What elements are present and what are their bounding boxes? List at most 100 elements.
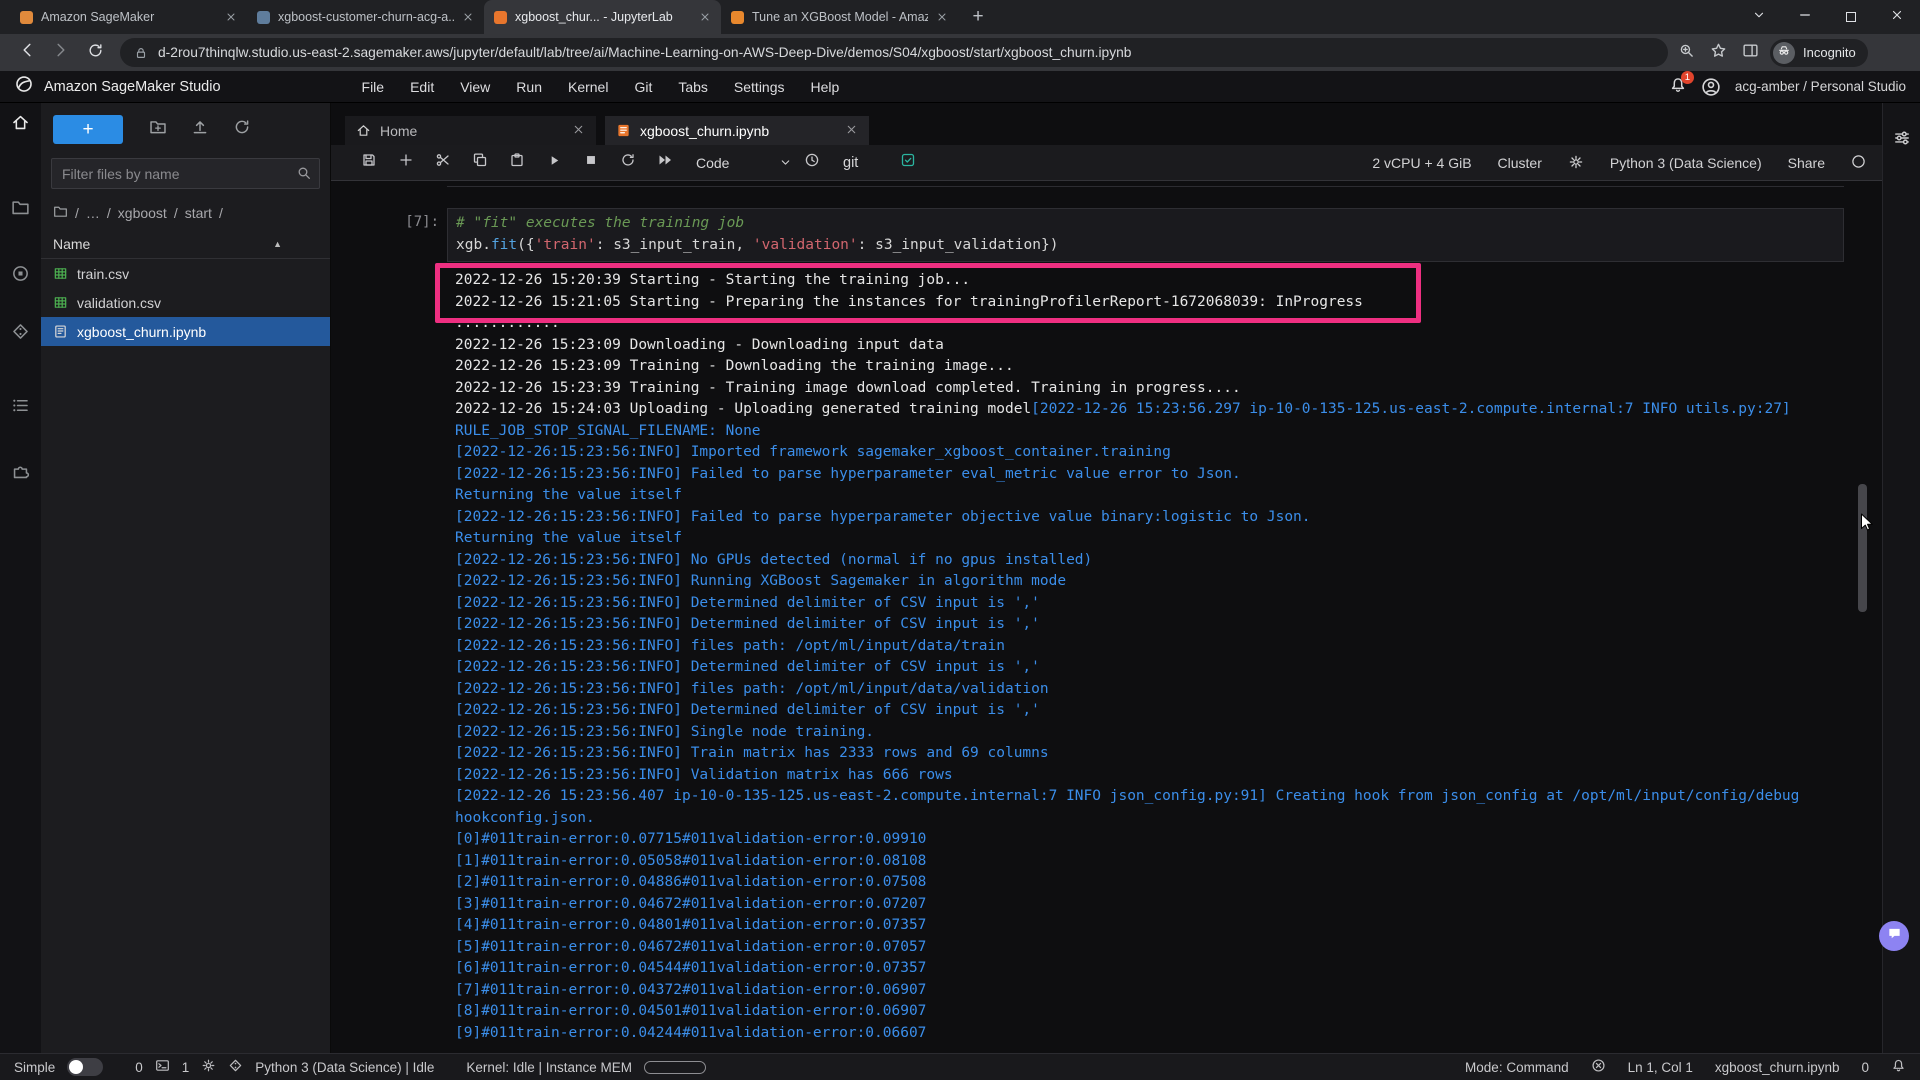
new-tab-button[interactable]: +	[964, 3, 992, 31]
breadcrumb: / … / xgboost / start /	[41, 197, 330, 229]
side-panel-icon[interactable]	[1736, 42, 1764, 64]
circle-x-icon[interactable]	[1591, 1058, 1606, 1076]
file-browser-icon[interactable]	[0, 195, 41, 225]
menu-edit[interactable]: Edit	[397, 71, 447, 103]
menu-run[interactable]: Run	[503, 71, 555, 103]
browser-tab[interactable]: Tune an XGBoost Model - Amaz...	[721, 0, 958, 34]
paste-cell-button[interactable]	[507, 153, 527, 173]
bookmark-star-icon[interactable]	[1704, 42, 1732, 64]
cut-cell-button[interactable]	[433, 153, 453, 173]
settings-sliders-icon[interactable]	[1893, 129, 1911, 1053]
terminal-icon[interactable]	[155, 1058, 170, 1076]
menu-tabs[interactable]: Tabs	[665, 71, 721, 103]
extensions-icon[interactable]	[0, 459, 41, 489]
tab-home-close-icon[interactable]	[572, 123, 585, 139]
scrollbar-thumb[interactable]	[1858, 484, 1867, 612]
copy-cell-button[interactable]	[470, 153, 490, 173]
folder-icon[interactable]	[53, 204, 68, 222]
browser-tab[interactable]: xgboost-customer-churn-acg-a...	[247, 0, 484, 34]
upload-icon[interactable]	[191, 118, 209, 141]
tab-close-icon[interactable]	[936, 11, 948, 23]
simple-mode-toggle[interactable]	[67, 1058, 103, 1076]
tab-home[interactable]: Home	[345, 116, 596, 145]
menu-help[interactable]: Help	[798, 71, 853, 103]
output-line: [5]#011train-error:0.04672#011validation…	[455, 937, 1845, 959]
restart-kernel-button[interactable]	[618, 153, 638, 173]
csv-file-icon	[53, 295, 68, 310]
chat-fab[interactable]	[1879, 921, 1909, 951]
kernel-status-icon[interactable]	[1851, 154, 1866, 172]
git-icon[interactable]	[0, 319, 41, 349]
menu-file[interactable]: File	[349, 71, 398, 103]
back-button[interactable]	[12, 41, 42, 64]
maximize-button[interactable]	[1828, 0, 1874, 34]
file-row[interactable]: xgboost_churn.ipynb	[41, 317, 330, 346]
window-menu-chevron-icon[interactable]	[1736, 0, 1782, 34]
browser-tab[interactable]: Amazon SageMaker	[10, 0, 247, 34]
tab-close-icon[interactable]	[225, 11, 237, 23]
running-sessions-icon[interactable]	[0, 261, 41, 291]
run-button[interactable]	[544, 153, 564, 173]
close-button[interactable]	[1874, 0, 1920, 34]
breadcrumb-item[interactable]: …	[86, 205, 100, 221]
zoom-icon[interactable]	[1672, 42, 1700, 64]
output-line: [2022-12-26:15:23:56:INFO] Determined de…	[455, 700, 1845, 722]
instance-type-label[interactable]: 2 vCPU + 4 GiB	[1372, 155, 1471, 171]
breadcrumb-item[interactable]: xgboost	[118, 205, 167, 221]
cluster-label[interactable]: Cluster	[1498, 155, 1542, 171]
file-row[interactable]: train.csv	[41, 259, 330, 288]
breadcrumb-item[interactable]: /	[219, 205, 223, 221]
new-folder-icon[interactable]	[149, 118, 167, 141]
minimize-button[interactable]	[1782, 0, 1828, 34]
name-column-header[interactable]: Name	[53, 236, 90, 252]
kernel-gear-icon[interactable]	[201, 1058, 216, 1076]
browser-tab[interactable]: xgboost_chur... - JupyterLab	[484, 0, 721, 34]
git-toolbar-label[interactable]: git	[843, 155, 858, 171]
menu-view[interactable]: View	[447, 71, 503, 103]
menu-settings[interactable]: Settings	[721, 71, 798, 103]
kernel-name-label[interactable]: Python 3 (Data Science)	[1610, 155, 1762, 171]
menu-git[interactable]: Git	[621, 71, 665, 103]
home-icon[interactable]	[0, 110, 41, 140]
breadcrumb-item[interactable]: start	[185, 205, 212, 221]
history-icon[interactable]	[802, 153, 822, 173]
tab-notebook[interactable]: xgboost_churn.ipynb	[605, 116, 869, 145]
tab-close-icon[interactable]	[462, 11, 474, 23]
output-line: [6]#011train-error:0.04544#011validation…	[455, 958, 1845, 980]
save-button[interactable]	[359, 153, 379, 173]
code-cell-editor[interactable]: # "fit" executes the training jobxgb.fit…	[447, 208, 1844, 262]
output-line: [2022-12-26:15:23:56:INFO] Failed to par…	[455, 464, 1845, 486]
output-line: [2022-12-26:15:23:56:INFO] Imported fram…	[455, 442, 1845, 464]
restart-run-all-button[interactable]	[655, 153, 675, 173]
account-icon[interactable]	[1701, 77, 1721, 97]
forward-button[interactable]	[46, 41, 76, 64]
refresh-icon[interactable]	[233, 118, 251, 141]
cell-type-dropdown[interactable]: Code	[696, 155, 792, 171]
tab-notebook-close-icon[interactable]	[845, 123, 858, 139]
share-button[interactable]: Share	[1788, 155, 1825, 171]
tab-close-icon[interactable]	[699, 11, 711, 23]
cursor-position[interactable]: Ln 1, Col 1	[1628, 1060, 1693, 1075]
output-line: [2022-12-26:15:23:56:INFO] Determined de…	[455, 593, 1845, 615]
table-of-contents-icon[interactable]	[0, 393, 41, 423]
account-label[interactable]: acg-amber / Personal Studio	[1735, 79, 1906, 94]
file-list-header[interactable]: Name ▲	[41, 229, 330, 259]
stop-button[interactable]	[581, 153, 601, 173]
file-filter-input[interactable]	[51, 158, 320, 189]
menu-kernel[interactable]: Kernel	[555, 71, 621, 103]
add-cell-button[interactable]	[396, 153, 416, 173]
file-row[interactable]: validation.csv	[41, 288, 330, 317]
breadcrumb-item[interactable]: /	[75, 205, 79, 221]
notifications-button[interactable]: 1	[1669, 76, 1687, 97]
reload-button[interactable]	[80, 42, 110, 64]
statusbar-bell-icon[interactable]	[1891, 1058, 1906, 1076]
breadcrumb-item[interactable]: /	[107, 205, 111, 221]
new-launcher-button[interactable]: +	[53, 115, 123, 144]
breadcrumb-item[interactable]: /	[174, 205, 178, 221]
address-bar[interactable]: d-2rou7thinqlw.studio.us-east-2.sagemake…	[120, 38, 1668, 67]
previous-cell-edge	[447, 186, 1844, 187]
kernel-status-label[interactable]: Python 3 (Data Science) | Idle	[255, 1060, 434, 1075]
git-status-icon[interactable]	[228, 1058, 243, 1076]
checkpoint-diff-icon[interactable]	[898, 153, 918, 173]
gear-icon[interactable]	[1568, 154, 1584, 173]
